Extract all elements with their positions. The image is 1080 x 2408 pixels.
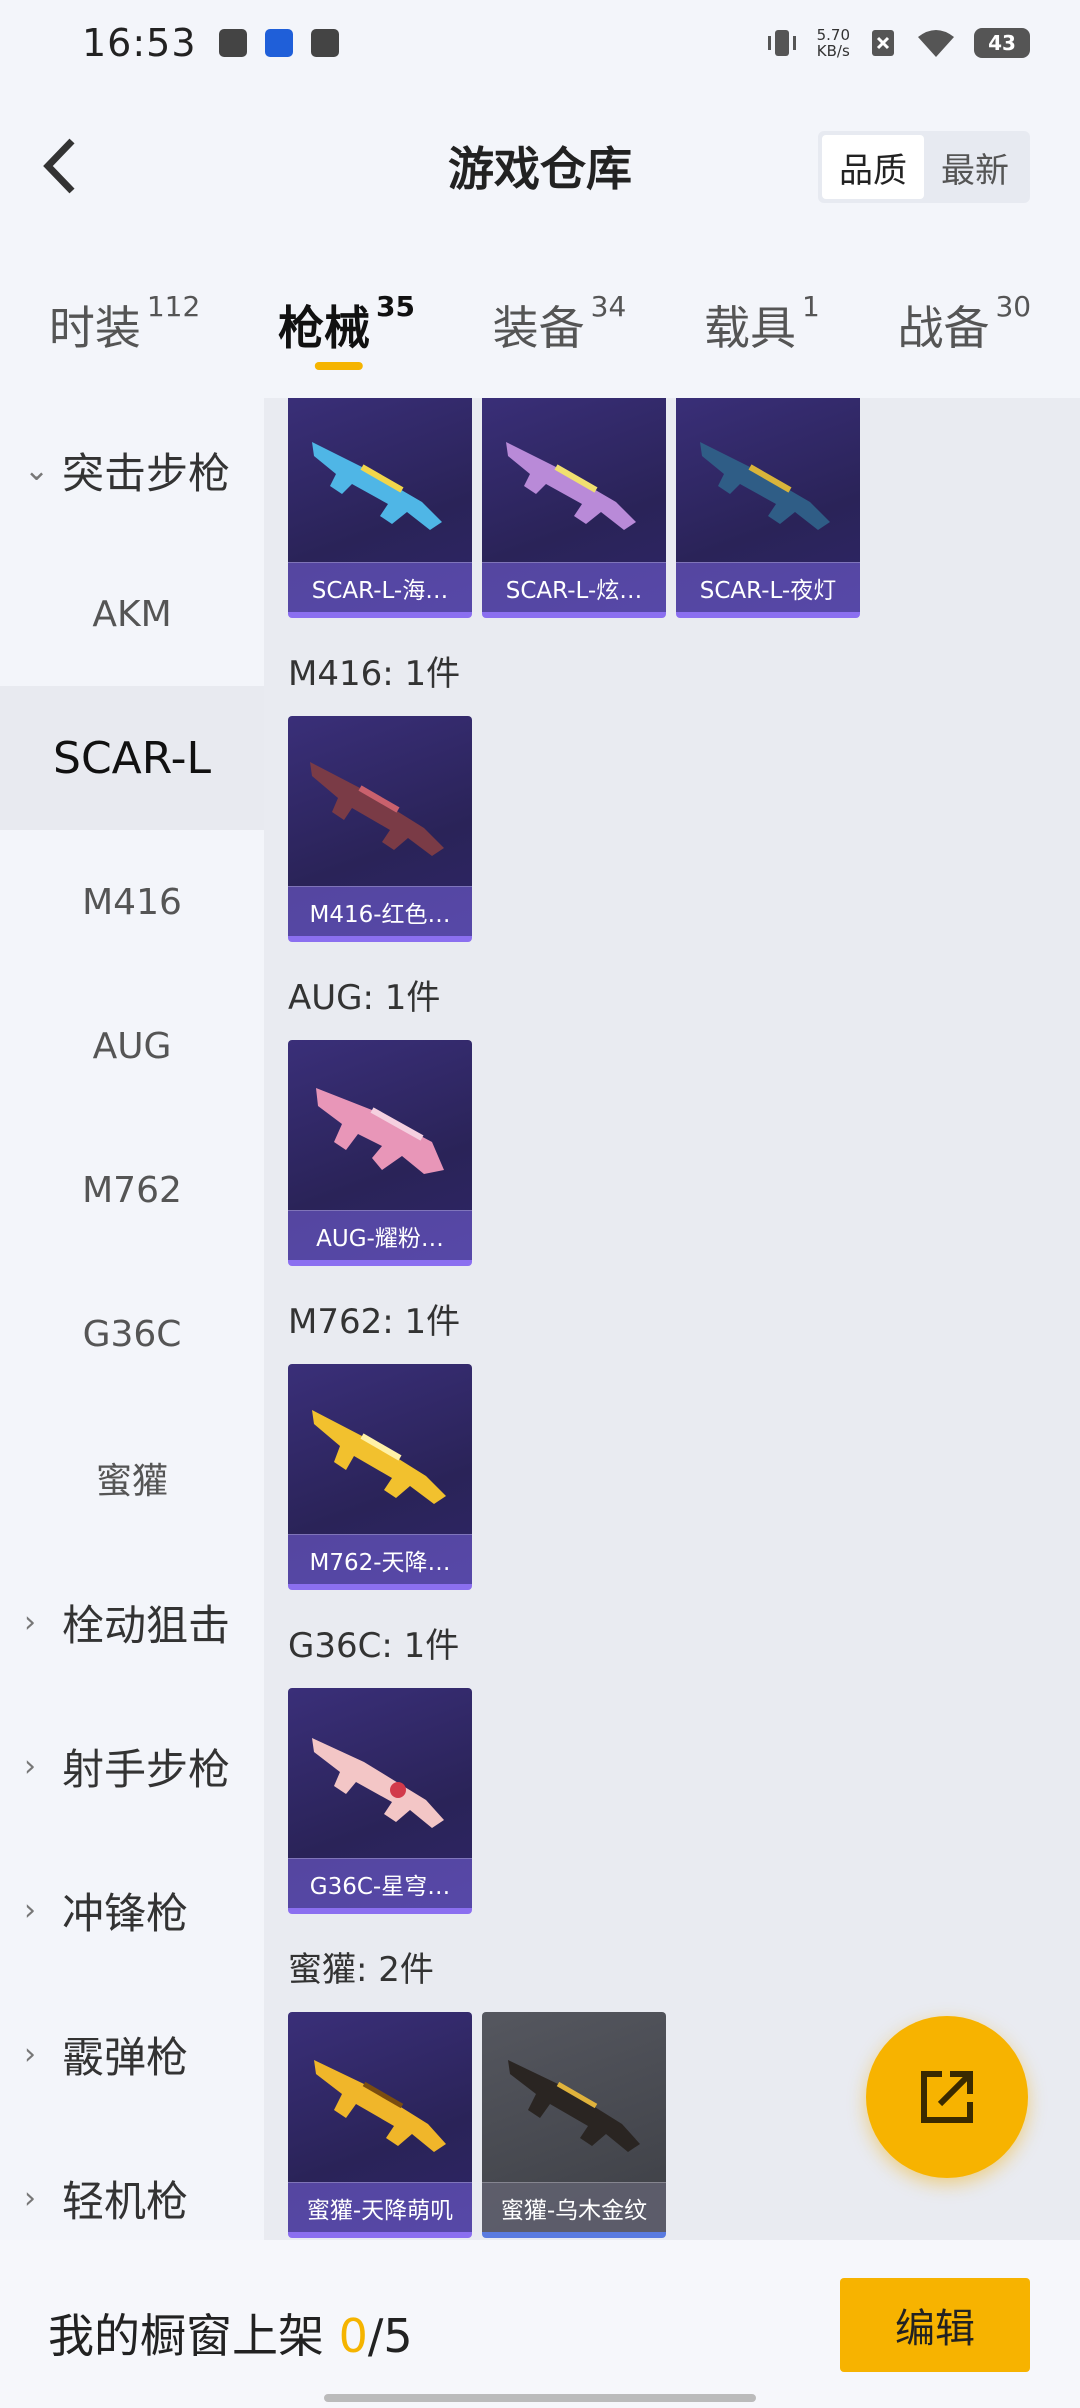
honey-badger-skins-row: 蜜獾-天降萌叽 蜜獾-乌木金纹: [288, 2012, 666, 2238]
app-notification-icon: [264, 29, 293, 57]
rifle-icon: [506, 442, 636, 530]
weapon-category-sidebar: ⌄ 突击步枪 AKM SCAR-L M416 AUG M762 G36C 蜜獾 …: [0, 398, 264, 2240]
header: 游戏仓库 品质 最新: [0, 86, 1080, 246]
section-label-g36c: G36C: 1件: [288, 1626, 460, 1666]
skin-card[interactable]: G36C-星穹…: [288, 1688, 472, 1914]
sort-toggle: 品质 最新: [818, 131, 1030, 203]
sidebar-item-m762[interactable]: M762: [0, 1118, 264, 1262]
sidebar-item-m416[interactable]: M416: [0, 830, 264, 974]
skin-card[interactable]: AUG-耀粉…: [288, 1040, 472, 1266]
chevron-down-icon: ⌄: [24, 452, 50, 488]
sort-quality-option[interactable]: 品质: [822, 135, 924, 199]
section-label-m762: M762: 1件: [288, 1302, 461, 1342]
rifle-icon: [312, 1738, 444, 1828]
status-time: 16:53: [82, 21, 197, 65]
share-export-icon: [921, 2071, 973, 2123]
rifle-icon: [312, 442, 442, 530]
android-icon: [310, 29, 339, 57]
rifle-icon: [310, 762, 444, 856]
g36c-skins-row: G36C-星穹…: [288, 1688, 472, 1914]
chevron-right-icon: ›: [24, 1748, 36, 1784]
chevron-right-icon: ›: [24, 2180, 36, 2216]
section-label-honey-badger: 蜜獾: 2件: [288, 1950, 434, 1990]
showcase-status: 我的橱窗上架 0/5: [48, 2309, 413, 2363]
back-arrow-icon: [43, 138, 75, 194]
back-button[interactable]: [30, 131, 100, 201]
sidebar-group-assault-rifles[interactable]: ⌄ 突击步枪: [0, 398, 264, 542]
rifle-icon: [312, 1410, 446, 1504]
tab-equipment[interactable]: 装备 34: [493, 290, 627, 358]
share-fab-button[interactable]: [866, 2016, 1028, 2178]
active-tab-indicator: [315, 362, 364, 370]
chevron-right-icon: ›: [24, 2036, 36, 2072]
m416-skins-row: M416-红色…: [288, 716, 472, 942]
sidebar-group-smgs[interactable]: › 冲锋枪: [0, 1838, 264, 1982]
sort-newest-option[interactable]: 最新: [924, 135, 1026, 199]
weapon-skin-grid: SCAR-L-海… SCAR-L-炫… SCAR-L-夜灯 M416: 1件 M…: [264, 398, 1080, 2240]
sidebar-item-scar-l[interactable]: SCAR-L: [0, 686, 264, 830]
gallery-notification-icon: [218, 29, 247, 57]
home-indicator[interactable]: [324, 2394, 756, 2402]
rifle-icon: [314, 2060, 446, 2152]
chevron-right-icon: ›: [24, 1604, 36, 1640]
scar-l-skins-row: SCAR-L-海… SCAR-L-炫… SCAR-L-夜灯: [288, 398, 860, 618]
no-sim-icon: [872, 30, 894, 56]
rifle-icon: [508, 2060, 640, 2152]
tab-costumes[interactable]: 时装 112: [49, 290, 200, 358]
section-label-aug: AUG: 1件: [288, 978, 441, 1018]
sidebar-item-honey-badger[interactable]: 蜜獾: [0, 1406, 264, 1550]
skin-card[interactable]: SCAR-L-炫…: [482, 398, 666, 618]
vibrate-icon: [767, 30, 796, 56]
chevron-right-icon: ›: [24, 1892, 36, 1928]
edit-button[interactable]: 编辑: [840, 2278, 1030, 2372]
skin-card[interactable]: 蜜獾-乌木金纹: [482, 2012, 666, 2238]
rifle-icon: [316, 1088, 444, 1174]
status-bar: 16:53 5.70 KB/s 43: [0, 0, 1080, 86]
battery-indicator: 43: [974, 28, 1030, 58]
sidebar-group-bolt-snipers[interactable]: › 栓动狙击: [0, 1550, 264, 1694]
sidebar-item-aug[interactable]: AUG: [0, 974, 264, 1118]
category-tabs: 时装 112 枪械 35 装备 34 载具 1 战备 30: [0, 262, 1080, 392]
skin-card[interactable]: 蜜獾-天降萌叽: [288, 2012, 472, 2238]
tab-gear[interactable]: 战备 30: [897, 290, 1031, 358]
sidebar-group-shotguns[interactable]: › 霰弹枪: [0, 1982, 264, 2126]
section-label-m416: M416: 1件: [288, 654, 461, 694]
wifi-icon: [918, 30, 954, 57]
aug-skins-row: AUG-耀粉…: [288, 1040, 472, 1266]
rifle-icon: [700, 442, 830, 530]
sidebar-group-marksman-rifles[interactable]: › 射手步枪: [0, 1694, 264, 1838]
m762-skins-row: M762-天降…: [288, 1364, 472, 1590]
skin-card[interactable]: SCAR-L-海…: [288, 398, 472, 618]
sidebar-item-g36c[interactable]: G36C: [0, 1262, 264, 1406]
skin-card[interactable]: M416-红色…: [288, 716, 472, 942]
tab-vehicles[interactable]: 载具 1: [704, 290, 820, 358]
net-speed: 5.70 KB/s: [816, 26, 850, 60]
page-title: 游戏仓库: [448, 142, 632, 196]
skin-card[interactable]: SCAR-L-夜灯: [676, 398, 860, 618]
tab-weapons[interactable]: 枪械 35: [278, 290, 415, 370]
skin-card[interactable]: M762-天降…: [288, 1364, 472, 1590]
bottom-bar: 我的橱窗上架 0/5 编辑: [0, 2240, 1080, 2408]
sidebar-group-lmgs[interactable]: › 轻机枪: [0, 2126, 264, 2240]
sidebar-item-akm[interactable]: AKM: [0, 542, 264, 686]
